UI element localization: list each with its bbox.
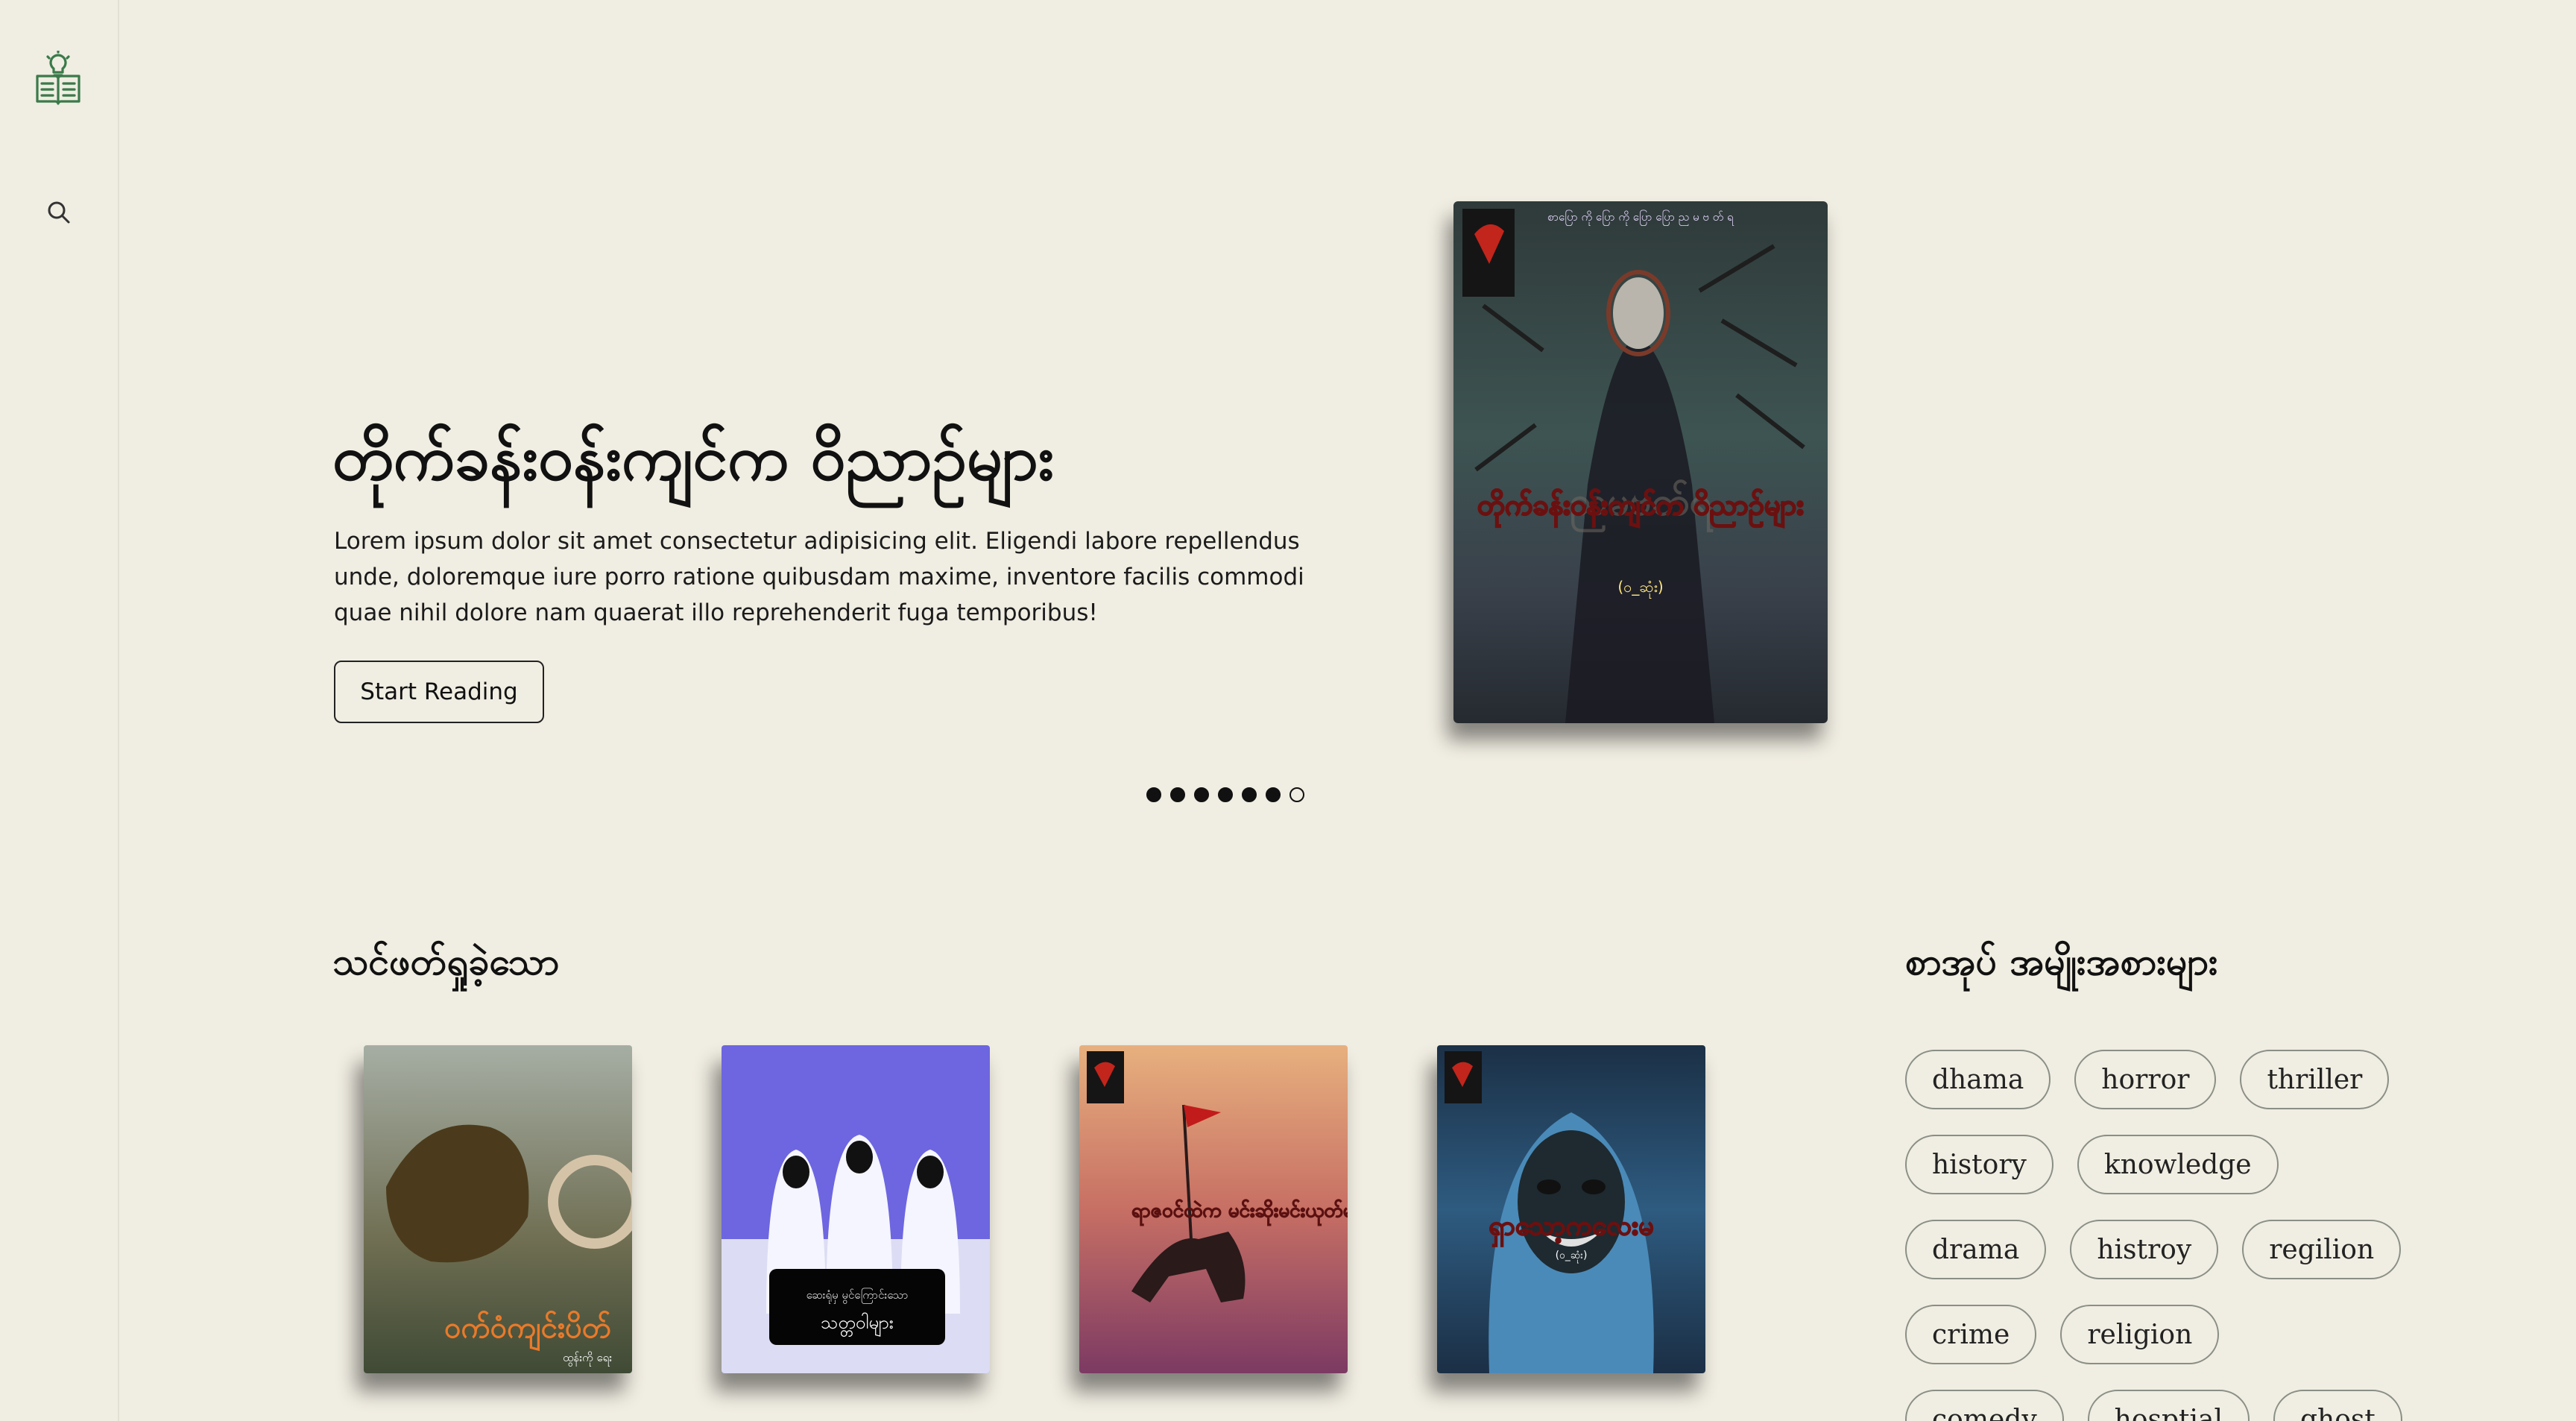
carousel-dot-5[interactable]: [1242, 787, 1257, 802]
carousel-dot-2[interactable]: [1170, 787, 1185, 802]
category-tag-hosptial[interactable]: hosptial: [2087, 1390, 2250, 1421]
category-tag-histroy[interactable]: histroy: [2070, 1220, 2219, 1279]
carousel-dot-1[interactable]: [1146, 787, 1161, 802]
category-tags: dhama horror thriller history knowledge drama…: [1905, 1050, 2442, 1421]
categories-title: စာအုပ် အမျိုးအစားများ: [1905, 940, 2218, 983]
category-tag-history[interactable]: history: [1905, 1135, 2053, 1194]
carousel-dot-3[interactable]: [1194, 787, 1209, 802]
book-lightbulb-icon[interactable]: [34, 49, 82, 106]
category-row: comedy hosptial ghost: [1905, 1390, 2442, 1421]
start-reading-button[interactable]: Start Reading: [334, 661, 544, 723]
hero-cover-subtitle: (ဝ_ဆုံး): [1617, 578, 1663, 599]
category-row: history knowledge: [1905, 1135, 2442, 1194]
hero-title: တိုက်ခန်းဝန်းကျင်က ဝိညာဉ်များ: [332, 421, 1055, 494]
category-tag-comedy[interactable]: comedy: [1905, 1390, 2064, 1421]
category-tag-knowledge[interactable]: knowledge: [2077, 1135, 2279, 1194]
search-icon[interactable]: [46, 200, 72, 225]
category-tag-ghost[interactable]: ghost: [2273, 1390, 2402, 1421]
book-card-1[interactable]: ဝက်ဝံကျင်းပိတ် ထွန်းကို ရေး: [364, 1045, 632, 1373]
carousel-dot-4[interactable]: [1218, 787, 1233, 802]
category-row: crime religion: [1905, 1305, 2442, 1364]
category-tag-horror[interactable]: horror: [2074, 1050, 2217, 1109]
category-row: dhama horror thriller: [1905, 1050, 2442, 1109]
book-card-2[interactable]: ဆေးရုံမှ မွင်ကြောင်းသော သတ္တဝါများ: [722, 1045, 990, 1373]
category-tag-religion[interactable]: religion: [2060, 1305, 2220, 1364]
category-tag-regilion[interactable]: regilion: [2242, 1220, 2402, 1279]
sidebar: [0, 0, 119, 1421]
category-tag-crime[interactable]: crime: [1905, 1305, 2037, 1364]
category-tag-thriller[interactable]: thriller: [2240, 1050, 2390, 1109]
carousel-dots: [1146, 787, 1304, 802]
hero-description: Lorem ipsum dolor sit amet consectetur a…: [334, 528, 1304, 626]
book-card-3[interactable]: ရာဇဝင်ထဲက မင်းဆိုးမင်းယုတ်များ: [1079, 1045, 1348, 1373]
latest-read-title: သင်ဖတ်ရှုခဲ့သော: [332, 940, 560, 983]
book-1-author: ထွန်းကို ရေး: [563, 1351, 612, 1367]
book-4-author: (ဝ_ဆုံး): [1556, 1250, 1588, 1263]
category-tag-drama[interactable]: drama: [1905, 1220, 2047, 1279]
carousel-dot-6[interactable]: [1266, 787, 1281, 802]
category-row: drama histroy regilion: [1905, 1220, 2442, 1279]
hero-book-cover[interactable]: စာပြော ကို ပြော ကို ပြော ပြော ည မ ဗ တ် ရ…: [1453, 201, 1828, 723]
book-2-author: ဆေးရုံမှ မွင်ကြောင်းသော: [806, 1288, 909, 1304]
app: တိုက်ခန်းဝန်းကျင်က ဝိညာဉ်များ Lorem ipsu…: [0, 0, 2576, 1421]
category-tag-dhama[interactable]: dhama: [1905, 1050, 2051, 1109]
book-card-4[interactable]: ရှာသော့ကလေးမ (ဝ_ဆုံး): [1437, 1045, 1705, 1373]
hero-cover-top-text: စာပြော ကို ပြော ကို ပြော ပြော ည မ ဗ တ် ရ: [1547, 209, 1734, 226]
carousel-dot-7[interactable]: [1289, 787, 1304, 802]
